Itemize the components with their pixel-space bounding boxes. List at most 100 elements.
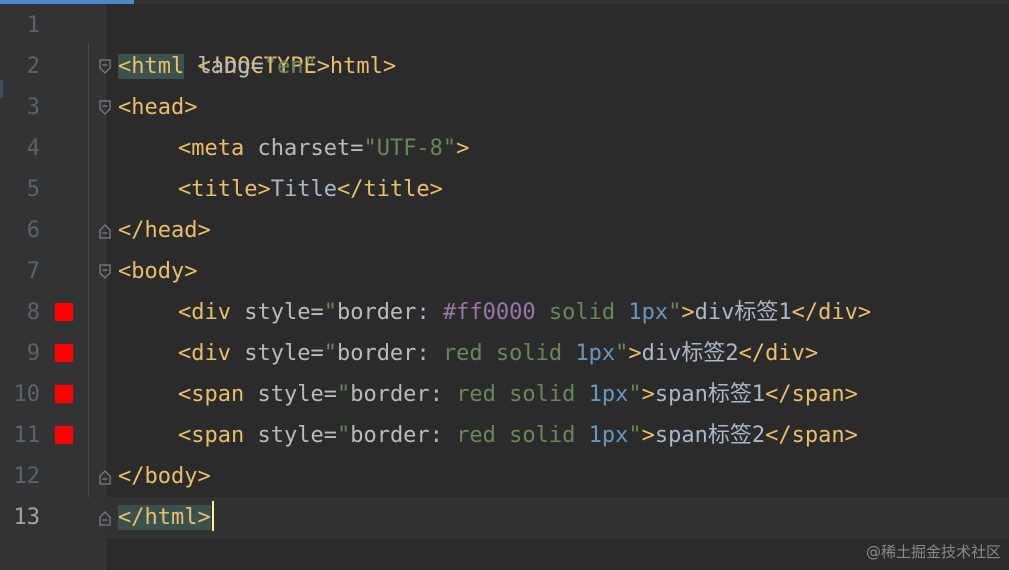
code-line-13[interactable]: 13 </html> [0, 497, 1009, 538]
code-token: : [429, 382, 457, 407]
code-token: border [336, 300, 417, 325]
code-token: <div [178, 300, 231, 325]
code-token: " [615, 341, 629, 366]
code-line-11[interactable]: 11 <span style="border: red solid 1px">s… [0, 415, 1009, 456]
code-token: div标签2 [641, 341, 739, 366]
fold-open-icon[interactable] [96, 57, 114, 77]
fold-close-icon[interactable] [96, 467, 114, 487]
color-swatch-icon[interactable] [55, 385, 73, 403]
code-token: style= [230, 341, 324, 366]
code-token: </head> [118, 218, 211, 243]
code-token: </html> [118, 505, 211, 530]
active-tab-indicator[interactable] [0, 0, 134, 4]
code-text[interactable]: <head> [118, 87, 197, 128]
line-number: 7 [26, 259, 40, 284]
code-text[interactable]: <body> [118, 251, 197, 292]
code-token: 1px [575, 341, 616, 366]
code-token: </div> [791, 300, 872, 325]
code-token: " [323, 300, 337, 325]
code-token: <title> [178, 177, 271, 202]
code-token: border [350, 382, 430, 407]
line-number: 5 [26, 177, 40, 202]
code-text[interactable]: </head> [118, 210, 211, 251]
line-number: 4 [26, 136, 40, 161]
code-line-8[interactable]: 8 <div style="border: #ff0000 solid 1px"… [0, 292, 1009, 333]
text-caret [211, 501, 214, 531]
code-token: </body> [118, 464, 211, 489]
code-token: : [416, 341, 443, 366]
line-number: 6 [26, 218, 40, 243]
code-token: <span [178, 382, 245, 407]
code-text[interactable]: </html> [118, 497, 214, 538]
code-token: 1px [588, 423, 629, 448]
code-token: </div> [738, 341, 819, 366]
code-token: " [336, 382, 351, 407]
line-number: 10 [13, 382, 41, 407]
code-token: border [350, 423, 430, 448]
code-line-6[interactable]: 6 </head> [0, 210, 1009, 251]
code-token: span标签2 [654, 423, 766, 448]
color-swatch-icon[interactable] [55, 344, 73, 362]
code-text[interactable]: <span style="border: red solid 1px">span… [178, 415, 858, 456]
code-editor[interactable]: 1 <!DOCTYPE html> 2 <html lang="en"> 3 <… [0, 0, 1009, 570]
code-line-5[interactable]: 5 <title>Title</title> [0, 169, 1009, 210]
code-token: <span [178, 423, 245, 448]
code-text[interactable]: <!DOCTYPE html> [118, 5, 396, 79]
code-line-3[interactable]: 3 <head> [0, 87, 1009, 128]
code-token: border [336, 341, 417, 366]
code-token: : [416, 300, 443, 325]
code-token: </span> [765, 423, 858, 448]
code-token: " [323, 341, 337, 366]
code-token: "en" [263, 54, 317, 79]
code-token: charset= [244, 136, 364, 161]
code-token: lang= [184, 54, 264, 79]
code-token: > [641, 423, 655, 448]
code-text[interactable]: </body> [118, 456, 211, 497]
code-text[interactable]: <meta charset="UTF-8"> [178, 128, 469, 169]
line-number: 12 [13, 464, 41, 489]
line-number: 9 [26, 341, 40, 366]
code-line-7[interactable]: 7 <body> [0, 251, 1009, 292]
color-swatch-icon[interactable] [55, 303, 73, 321]
code-line-1[interactable]: 1 <!DOCTYPE html> [0, 5, 1009, 79]
fold-open-icon[interactable] [96, 262, 114, 282]
code-token: " [668, 300, 682, 325]
color-swatch-icon[interactable] [55, 426, 73, 444]
code-token: style= [244, 382, 337, 407]
code-token: > [628, 341, 642, 366]
code-line-9[interactable]: 9 <div style="border: red solid 1px">div… [0, 333, 1009, 374]
code-token: <meta [178, 136, 245, 161]
line-number: 1 [26, 13, 40, 38]
code-text[interactable]: <title>Title</title> [178, 169, 443, 210]
code-line-12[interactable]: 12 </body> [0, 456, 1009, 497]
code-line-4[interactable]: 4 <meta charset="UTF-8"> [0, 128, 1009, 169]
code-token: " [628, 423, 642, 448]
code-token: div标签1 [694, 300, 792, 325]
code-token: 1px [588, 382, 629, 407]
code-token: " [336, 423, 351, 448]
tab-bar-strip [0, 0, 1009, 4]
fold-close-icon[interactable] [96, 508, 114, 528]
code-token: red solid [456, 382, 589, 407]
code-text[interactable]: <html lang="en"> [118, 46, 330, 87]
code-text[interactable]: <div style="border: red solid 1px">div标签… [178, 333, 818, 374]
code-token: > [641, 382, 655, 407]
code-token: > [316, 54, 330, 79]
code-line-2[interactable]: 2 <html lang="en"> [0, 46, 1009, 87]
code-text[interactable]: <span style="border: red solid 1px">span… [178, 374, 858, 415]
fold-open-icon[interactable] [96, 98, 114, 118]
code-token: > [456, 136, 470, 161]
code-token: red solid [456, 423, 589, 448]
line-number: 13 [13, 505, 41, 530]
fold-close-icon[interactable] [96, 221, 114, 241]
code-token: span标签1 [654, 382, 766, 407]
code-text[interactable]: <div style="border: #ff0000 solid 1px">d… [178, 292, 871, 333]
code-token: <body> [118, 259, 198, 284]
code-token: > [681, 300, 695, 325]
code-token: </span> [765, 382, 858, 407]
line-number: 8 [26, 300, 40, 325]
code-line-10[interactable]: 10 <span style="border: red solid 1px">s… [0, 374, 1009, 415]
code-token: red solid [442, 341, 576, 366]
code-token: " [628, 382, 642, 407]
watermark: @稀土掘金技术社区 [865, 543, 1001, 561]
